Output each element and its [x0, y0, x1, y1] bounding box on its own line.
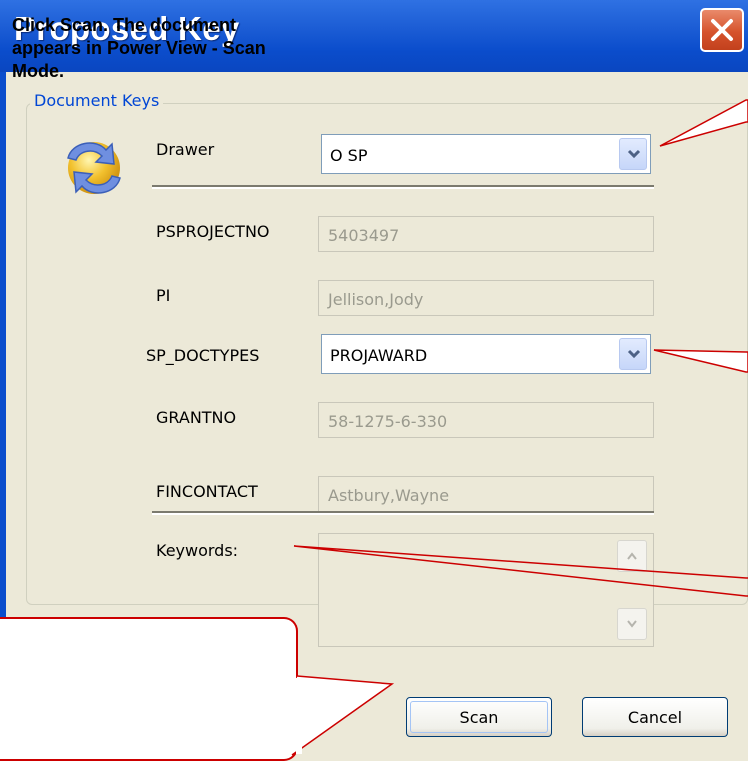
scroll-up-button[interactable]: [617, 540, 647, 572]
drawer-label: Drawer: [156, 140, 215, 159]
separator: [152, 185, 654, 189]
close-icon: [711, 19, 733, 41]
sp-doctypes-value: PROJAWARD: [330, 346, 428, 365]
scan-button[interactable]: Scan: [406, 697, 552, 737]
sp-doctypes-label: SP_DOCTYPES: [146, 346, 260, 365]
cancel-button-label: Cancel: [627, 707, 683, 727]
scroll-down-button[interactable]: [617, 608, 647, 640]
sp-doctypes-combobox[interactable]: PROJAWARD: [321, 334, 651, 374]
chevron-down-icon: [627, 620, 637, 628]
pi-field: Jellison,Jody: [318, 280, 654, 316]
pi-label: PI: [156, 286, 171, 305]
keywords-label: Keywords:: [156, 541, 239, 560]
cancel-button[interactable]: Cancel: [582, 697, 728, 737]
drawer-value: O SP: [330, 146, 368, 165]
group-label: Document Keys: [30, 91, 164, 110]
grantno-label: GRANTNO: [156, 408, 237, 427]
instruction-callout: [0, 617, 298, 761]
chevron-up-icon: [627, 552, 637, 560]
separator: [152, 511, 654, 515]
keywords-textarea[interactable]: [318, 533, 654, 647]
sp-doctypes-dropdown-button[interactable]: [619, 338, 647, 370]
drawer-dropdown-button[interactable]: [619, 138, 647, 170]
chevron-down-icon: [627, 349, 641, 359]
grantno-field: 58-1275-6-330: [318, 402, 654, 438]
callout-text: Click Scan. The document appears in Powe…: [12, 15, 266, 81]
close-button[interactable]: [700, 8, 744, 52]
chevron-down-icon: [627, 149, 641, 159]
drawer-combobox[interactable]: O SP: [321, 134, 651, 174]
psprojectno-field: 5403497: [318, 216, 654, 252]
fincontact-label: FINCONTACT: [156, 482, 258, 501]
scan-button-label: Scan: [459, 707, 499, 727]
fincontact-field: Astbury,Wayne: [318, 476, 654, 512]
psprojectno-label: PSPROJECTNO: [156, 222, 270, 241]
sync-arrows-icon: [67, 142, 121, 194]
